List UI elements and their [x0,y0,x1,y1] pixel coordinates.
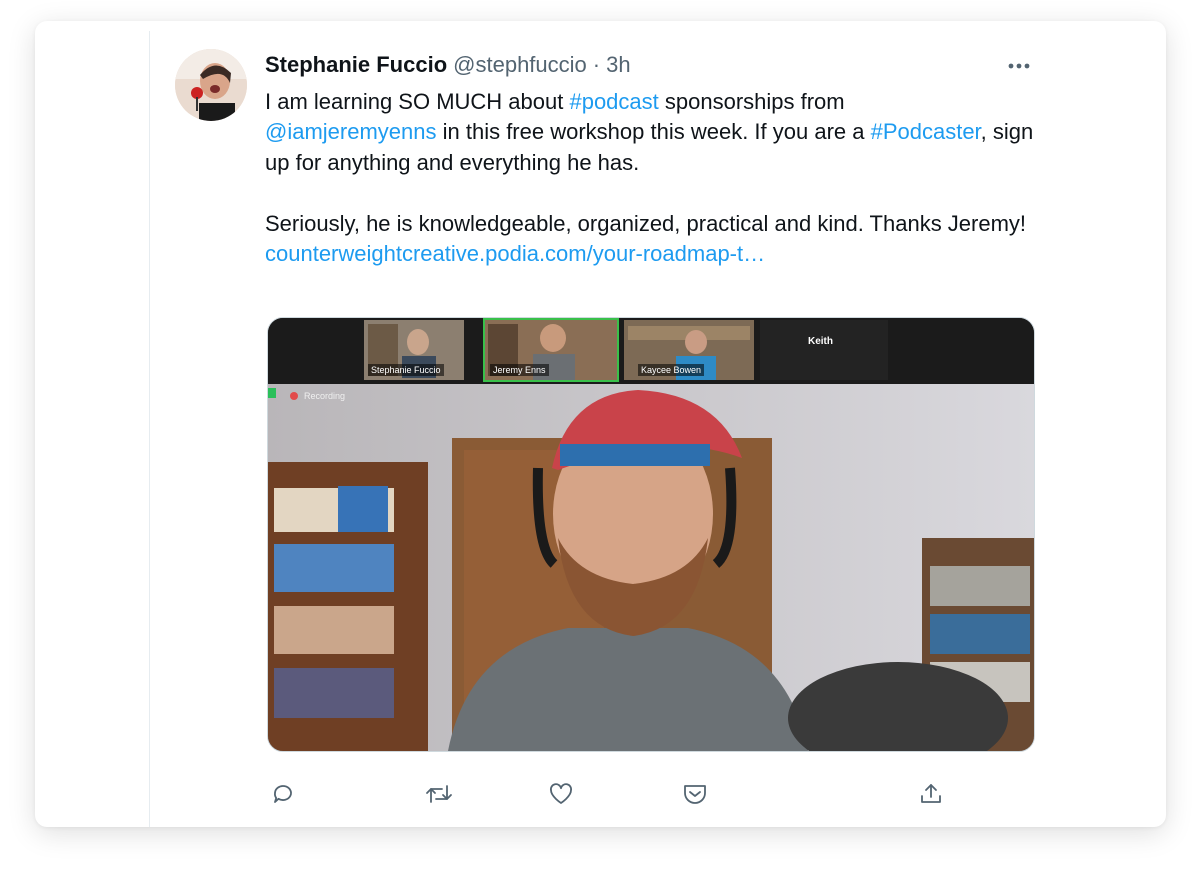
participant-label: Jeremy Enns [490,364,549,376]
avatar[interactable] [175,49,247,121]
author-name[interactable]: Stephanie Fuccio [265,52,447,78]
url-link[interactable]: counterweightcreative.podia.com/your-roa… [265,241,765,266]
text-segment: in this free workshop this week. If you … [436,119,871,145]
heart-icon [550,783,572,804]
participant-label: Kaycee Bowen [638,364,705,376]
text-segment: I am learning SO MUCH about [265,89,570,114]
reply-button[interactable] [265,776,301,812]
retweet-button[interactable] [421,776,457,812]
retweet-icon [426,785,452,803]
hashtag-link[interactable]: #podcast [569,89,658,114]
more-horizontal-icon [1008,63,1030,69]
separator-dot: · [592,52,601,77]
tweet-card: Stephanie Fuccio @stephfuccio · 3h I am … [35,21,1166,827]
save-to-pocket-button[interactable] [677,776,713,812]
tweet-header: Stephanie Fuccio @stephfuccio · 3h [265,52,631,78]
tweet-text: I am learning SO MUCH about #podcast spo… [265,87,1045,269]
like-button[interactable] [543,776,579,812]
text-paragraph: Seriously, he is knowledgeable, organize… [265,210,1027,236]
participant-label: Stephanie Fuccio [368,364,444,376]
tweet-media-image[interactable]: Stephanie Fuccio Jeremy Enns Kaycee Bowe… [267,317,1035,752]
thread-divider [149,31,150,827]
tweet-timestamp[interactable]: 3h [606,52,630,78]
hashtag-link[interactable]: #Podcaster [871,119,981,144]
recording-label: Recording [304,391,346,401]
tweet-actions [265,776,1025,812]
share-icon [921,784,941,803]
author-handle[interactable]: @stephfuccio [453,52,587,78]
participant-label: Keith [808,336,833,347]
pocket-save-icon [684,785,706,804]
share-button[interactable] [913,776,949,812]
mention-link[interactable]: @iamjeremyenns [265,119,437,144]
text-segment: sponsorships from [658,89,845,114]
reply-icon [274,785,292,803]
more-options-button[interactable] [1001,51,1037,81]
